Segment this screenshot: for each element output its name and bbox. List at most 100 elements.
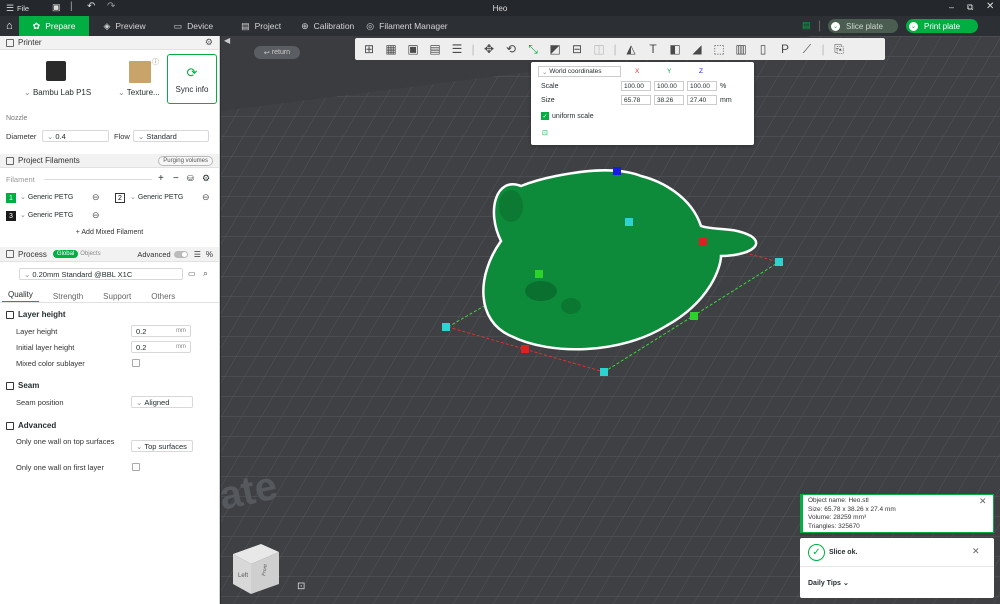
layers-icon[interactable]: ☰ (447, 40, 467, 58)
add-object-icon[interactable]: ⊞ (359, 40, 379, 58)
filament-1-color[interactable]: 1 (6, 193, 16, 203)
scale-icon[interactable]: ⤡ (523, 40, 543, 58)
chevron-down-icon[interactable]: ⌄ (831, 21, 840, 31)
move-icon[interactable]: ✥ (479, 40, 499, 58)
filament-2-select[interactable]: ⌄ Generic PETG (130, 193, 183, 201)
chevron-down-icon[interactable]: ⌄ (909, 21, 918, 31)
tab-support[interactable]: Support (97, 292, 137, 301)
z-axis-handle[interactable] (613, 167, 621, 175)
paint-icon[interactable]: ◭ (621, 40, 641, 58)
home-button[interactable]: ⌂ (0, 16, 19, 36)
one-wall-top-select[interactable]: ⌄ Top surfaces (131, 440, 193, 452)
arrange-icon[interactable]: ▤ (425, 40, 445, 58)
initial-layer-input[interactable]: 0.2 mm (131, 341, 191, 353)
filament-2-color[interactable]: 2 (115, 193, 125, 203)
size-x-input[interactable]: 65.78 (621, 95, 651, 105)
reset-scale-icon[interactable]: ⊡ (542, 129, 548, 137)
percent-icon[interactable]: % (206, 250, 213, 259)
layer-height-input[interactable]: 0.2 mm (131, 325, 191, 337)
plate-settings-icon[interactable]: ⎘ (829, 40, 849, 58)
filament-1-select[interactable]: ⌄ Generic PETG (20, 193, 73, 201)
process-profile-select[interactable]: ⌄ 0.20mm Standard @BBL X1C (19, 268, 183, 280)
seam-paint-icon[interactable]: ◢ (687, 40, 707, 58)
filament-2-remove-icon[interactable]: ⊖ (202, 192, 210, 203)
plate-type-selector[interactable]: ⓘ ⌄ Texture... (116, 54, 164, 104)
variable-layer-icon[interactable]: ▯ (753, 40, 773, 58)
tab-prepare[interactable]: ✿ Prepare (18, 16, 90, 36)
text-icon[interactable]: T (643, 40, 663, 58)
tab-filament-manager[interactable]: ◎ Filament Manager (360, 16, 453, 36)
printer-selector[interactable]: ⌄ Bambu Lab P1S (4, 54, 108, 104)
scale-y-input[interactable]: 100.00 (654, 81, 684, 91)
lay-on-face-icon[interactable]: ◩ (545, 40, 565, 58)
mesh-boolean-icon[interactable]: ◫ (589, 40, 609, 58)
tab-device[interactable]: ▭ Device (160, 16, 228, 36)
seam-position-select[interactable]: ⌄ Aligned (131, 396, 193, 408)
y-axis-handle[interactable] (690, 312, 698, 320)
collapse-sidebar-icon[interactable]: ◀ (224, 36, 230, 45)
info-icon[interactable]: ⓘ (152, 57, 159, 67)
tab-others[interactable]: Others (145, 292, 181, 301)
bbox-handle[interactable] (775, 258, 783, 266)
filament-sync-icon[interactable]: ⛁ (187, 174, 194, 183)
filament-3-color[interactable]: 3 (6, 211, 16, 221)
close-icon[interactable]: ✕ (986, 1, 994, 12)
remove-filament-icon[interactable]: − (173, 173, 179, 184)
filament-3-remove-icon[interactable]: ⊖ (92, 210, 100, 221)
minimize-icon[interactable]: – (949, 2, 954, 12)
restore-icon[interactable]: ⧉ (967, 2, 973, 13)
filament-1-remove-icon[interactable]: ⊖ (92, 192, 100, 203)
scale-z-input[interactable]: 100.00 (687, 81, 717, 91)
save-profile-icon[interactable]: ▭ (188, 269, 196, 278)
one-wall-first-checkbox[interactable] (132, 463, 140, 471)
rotate-icon[interactable]: ⟲ (501, 40, 521, 58)
coordinate-mode-select[interactable]: ⌄ World coordinates (538, 66, 621, 77)
tab-strength[interactable]: Strength (47, 292, 89, 301)
flow-select[interactable]: ⌄ Standard (133, 130, 209, 142)
mixed-color-checkbox[interactable] (132, 359, 140, 367)
diameter-select[interactable]: ⌄ 0.4 (42, 130, 109, 142)
bbox-handle[interactable] (600, 368, 608, 376)
bbox-handle[interactable] (442, 323, 450, 331)
add-mixed-filament-button[interactable]: + Add Mixed Filament (0, 229, 219, 236)
list-icon[interactable]: ☰ (194, 250, 201, 259)
close-icon[interactable]: ✕ (979, 497, 987, 506)
close-icon[interactable]: ✕ (972, 546, 980, 557)
uniform-scale-checkbox[interactable]: ✓ (541, 112, 549, 120)
daily-tips-toggle[interactable]: Daily Tips ⌄ (808, 579, 849, 588)
sync-info-button[interactable]: ⟳ Sync info (167, 54, 217, 104)
x-axis-handle[interactable] (699, 238, 707, 246)
tab-calibration[interactable]: ⊕ Calibration (295, 16, 360, 36)
add-filament-icon[interactable]: + (158, 173, 164, 184)
x-axis-handle[interactable] (521, 345, 529, 353)
gear-icon[interactable]: ⚙ (205, 37, 213, 48)
print-plate-button[interactable]: ⌄ Print plate (906, 19, 978, 33)
tab-preview[interactable]: ◈ Preview (89, 16, 159, 36)
bbox-handle[interactable] (625, 218, 633, 226)
measure-icon[interactable]: ⬚ (709, 40, 729, 58)
size-y-input[interactable]: 38.26 (654, 95, 684, 105)
purging-volumes-button[interactable]: Purging volumes (158, 155, 213, 166)
scale-x-input[interactable]: 100.00 (621, 81, 651, 91)
search-icon[interactable]: ⌕ (203, 268, 208, 279)
plate-list-icon[interactable]: ▤ (802, 20, 811, 31)
return-button[interactable]: ↩ return (254, 46, 300, 59)
ruler-icon[interactable]: ⟋ (797, 40, 817, 58)
y-axis-handle[interactable] (535, 270, 543, 278)
gear-icon[interactable]: ⚙ (202, 173, 210, 184)
support-paint-icon[interactable]: ◧ (665, 40, 685, 58)
orient-icon[interactable]: ▣ (403, 40, 423, 58)
slice-plate-button[interactable]: ⌄ Slice plate (828, 19, 898, 33)
advanced-toggle[interactable] (173, 250, 188, 258)
size-z-input[interactable]: 27.40 (687, 95, 717, 105)
fit-view-icon[interactable]: ⊡ (297, 581, 305, 592)
tab-project[interactable]: ▤ Project (227, 16, 295, 36)
add-plate-icon[interactable]: ▦ (381, 40, 401, 58)
filament-3-select[interactable]: ⌄ Generic PETG (20, 211, 73, 219)
assembly-icon[interactable]: ▥ (731, 40, 751, 58)
emboss-icon[interactable]: P (775, 40, 795, 58)
tab-quality[interactable]: Quality (2, 290, 39, 303)
objects-toggle[interactable]: Objects (80, 251, 100, 257)
global-toggle[interactable]: Global (52, 250, 79, 258)
cut-icon[interactable]: ⊟ (567, 40, 587, 58)
